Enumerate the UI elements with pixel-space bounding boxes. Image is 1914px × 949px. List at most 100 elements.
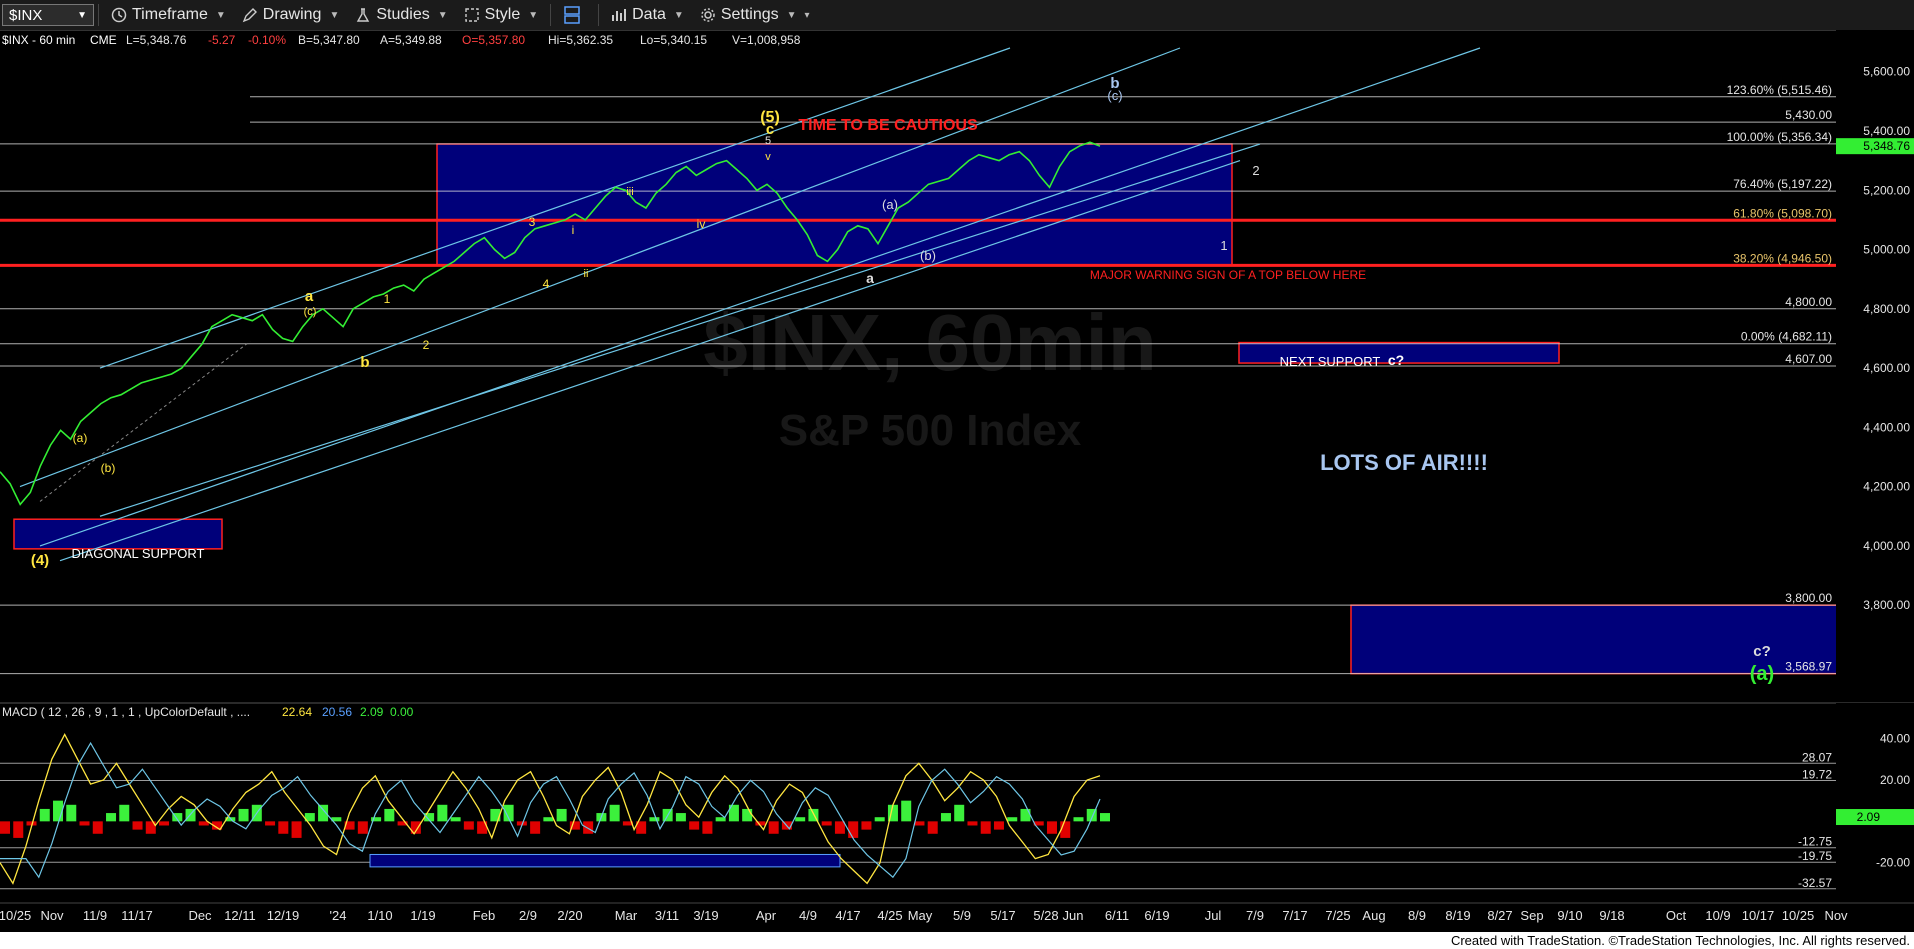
x-tick-label: 1/10 [367,908,392,923]
macd-histogram-bar [13,821,24,838]
macd-legend-value: 0.00 [390,705,414,719]
price-header: $INX - 60 min CME L=5,348.76 -5.27 -0.10… [2,33,801,47]
wave-label: (b) [101,461,116,475]
header-bid: B=5,347.80 [298,33,360,47]
last-price-label: 5,348.76 [1863,139,1910,153]
macd-histogram-bar [861,821,872,830]
macd-histogram-bar [967,821,978,826]
y-tick-label: -20.00 [1876,856,1910,870]
x-tick-label: 10/9 [1705,908,1730,923]
level-label: 4,800.00 [1785,295,1832,309]
macd-legend-value: 20.56 [322,705,352,719]
header-change-pct: -0.10% [248,33,286,47]
wave-label: ii [584,268,589,280]
level-label: 76.40% (5,197.22) [1733,177,1832,191]
macd-histogram-bar [450,817,461,822]
macd-histogram-bar [530,821,541,834]
macd-histogram-bar [556,808,567,822]
macd-histogram-bar [649,817,660,822]
wave-label: 2 [1252,163,1259,178]
header-change: -5.27 [208,33,236,47]
macd-histogram-bar [278,821,289,834]
y-tick-label: 5,200.00 [1863,183,1910,197]
macd-histogram-bar [1007,817,1018,822]
x-tick-label: Dec [188,908,212,923]
chart-canvas[interactable]: $INX - 60 min CME L=5,348.76 -5.27 -0.10… [0,0,1914,932]
wave-label: 4 [543,277,550,291]
macd-legend: MACD ( 12 , 26 , 9 , 1 , 1 , UpColorDefa… [2,705,414,719]
wave-label: 2 [423,338,430,352]
lots-of-air-label: LOTS OF AIR!!!! [1320,450,1488,475]
level-label: 28.07 [1802,750,1832,764]
time-axis: 10/25 Nov 11/9 11/17 Dec 12/11 12/19 '24 1/10 1/1… [0,902,1914,923]
macd-histogram-bar [689,821,700,830]
level-label: -12.75 [1798,835,1832,849]
x-tick-label: 11/9 [83,908,107,923]
x-tick-label: 12/19 [267,908,300,923]
x-tick-label: 9/10 [1557,908,1582,923]
macd-box [369,853,841,868]
macd-histogram-bar [675,813,686,822]
wave-label: a [305,288,314,305]
macd-histogram-bar [1100,813,1110,822]
macd-histogram-bar [940,813,951,822]
macd-histogram-bar [92,821,103,834]
y-tick-label: 4,000.00 [1863,539,1910,553]
level-label: 5,430.00 [1785,108,1832,122]
macd-histogram-bar [609,804,620,822]
dotted-trendline [39,341,251,502]
watermark-line2: S&P 500 Index [779,406,1082,455]
x-tick-label: 4/9 [799,908,817,923]
wave-label: (a) [882,197,898,212]
header-low: Lo=5,340.15 [640,33,707,47]
macd-histogram-bar [357,821,368,834]
macd-title: MACD ( 12 , 26 , 9 , 1 , 1 , UpColorDefa… [2,705,250,719]
level-label: 3,800.00 [1785,591,1832,605]
macd-histogram-bar [463,821,474,830]
macd-histogram-bar [106,813,117,822]
macd-histogram-bar [583,821,594,834]
macd-histogram-bar [768,821,779,834]
macd-histogram-bar [874,817,885,822]
macd-histogram-bar [914,821,925,826]
x-tick-label: 3/11 [655,908,679,923]
last-value-label: 2.09 [1857,810,1881,824]
y-tick-label: 4,400.00 [1863,420,1910,434]
x-tick-label: 8/19 [1445,908,1470,923]
x-tick-label: 7/25 [1325,908,1350,923]
wave-label: iv [697,217,706,231]
macd-histogram-bar [119,804,130,822]
copyright: Created with TradeStation. ©TradeStation… [1450,933,1910,948]
level-label: 3,568.97 [1785,660,1832,674]
x-tick-label: 5/9 [953,908,971,923]
header-volume: V=1,008,958 [732,33,801,47]
x-tick-label: 2/9 [519,908,537,923]
level-label: 38.20% (4,946.50) [1733,251,1832,265]
y-tick-label: 5,400.00 [1863,124,1910,138]
wave-label: 5 [765,135,771,147]
macd-histogram-bar [159,821,170,826]
wave-label: b [360,354,369,371]
level-label: 0.00% (4,682.11) [1741,330,1832,344]
macd-histogram-bar [834,821,845,834]
x-tick-label: 4/17 [835,908,860,923]
y-tick-label: 5,600.00 [1863,65,1910,79]
header-open: O=5,357.80 [462,33,525,47]
wave-label: c? [1753,643,1771,660]
macd-histogram-bar [1046,821,1057,834]
wave-label: b [1110,75,1119,92]
macd-histogram-bar [543,817,554,822]
x-tick-label: 1/19 [410,908,435,923]
macd-histogram-bar [702,821,713,834]
macd-histogram-bar [291,821,302,838]
macd-pane: 40.00 20.00 -20.00 28.07 19.72 -12.75-19.75 -3… [0,703,1914,903]
wave-label: i [572,223,575,237]
macd-histogram-bar [79,821,90,826]
macd-histogram-bar [265,821,276,826]
macd-histogram-bar [132,821,143,830]
wave-label: (a) [1750,663,1774,685]
x-tick-label: 2/20 [557,908,582,923]
wave-label: 1 [384,292,391,306]
level-label: -19.75 [1798,849,1832,863]
wave-label: v [765,151,771,163]
